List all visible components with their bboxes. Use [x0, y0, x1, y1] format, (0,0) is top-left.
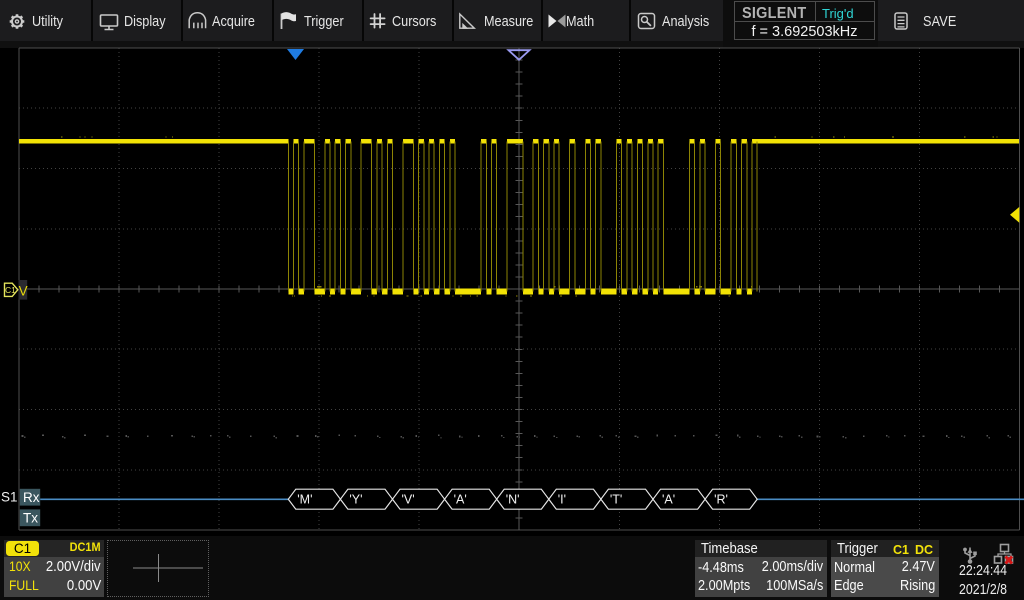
svg-text:'Y': 'Y'	[349, 493, 362, 507]
svg-text:Tx: Tx	[23, 511, 38, 526]
svg-text:Rx: Rx	[23, 490, 40, 505]
svg-text:'A': 'A'	[454, 493, 467, 507]
svg-text:V: V	[19, 283, 28, 298]
svg-text:'A': 'A'	[662, 493, 675, 507]
svg-text:'V': 'V'	[402, 493, 415, 507]
svg-text:'T': 'T'	[610, 493, 622, 507]
svg-text:'M': 'M'	[297, 493, 312, 507]
svg-text:'I': 'I'	[558, 493, 566, 507]
svg-text:C1: C1	[5, 285, 16, 295]
svg-text:'R': 'R'	[714, 493, 728, 507]
svg-text:S1: S1	[1, 490, 18, 505]
svg-text:'N': 'N'	[506, 493, 520, 507]
